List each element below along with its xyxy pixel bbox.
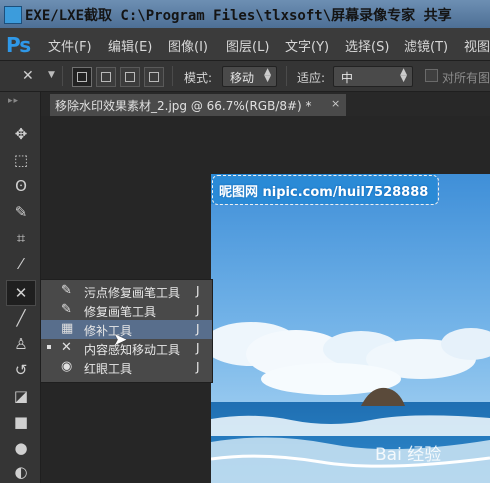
menu-view[interactable]: 视图 [464, 36, 490, 55]
document-tab-bar: 移除水印效果素材_2.jpg @ 66.7%(RGB/8#) * × [41, 92, 490, 116]
content-aware-move-tool-icon[interactable]: ✕ [6, 280, 36, 306]
adapt-label: 适应: [297, 71, 326, 85]
history-brush-tool-icon[interactable]: ↺ [10, 360, 32, 380]
document-tab-title: 移除水印效果素材_2.jpg @ 66.7%(RGB/8#) * [55, 99, 312, 113]
close-icon[interactable]: × [331, 97, 340, 110]
menu-file[interactable]: 文件(F) [48, 36, 92, 55]
mode-label: 模式: [184, 71, 213, 85]
beach-photo [211, 174, 490, 483]
red-eye-icon: ◉ [61, 359, 73, 374]
flyout-item-label: 红眼工具 [84, 362, 133, 376]
baidu-watermark: Bai 经验 [375, 445, 442, 465]
panel-grip-icon[interactable]: ▸▸ [8, 96, 19, 106]
eraser-tool-icon[interactable]: ◪ [10, 386, 32, 406]
flyout-item-shortcut: J [196, 360, 200, 374]
flyout-item-label: 修复画笔工具 [84, 305, 157, 319]
blur-tool-icon[interactable]: ● [10, 438, 32, 458]
chevron-down-icon[interactable]: ▼ [48, 70, 55, 80]
flyout-item-label: 内容感知移动工具 [84, 343, 181, 357]
gradient-tool-icon[interactable]: ■ [10, 412, 32, 432]
move-tool-icon[interactable]: ✥ [10, 124, 32, 144]
menu-edit[interactable]: 编辑(E) [108, 36, 152, 55]
adapt-value: 中 [341, 71, 354, 85]
menu-type[interactable]: 文字(Y) [285, 36, 329, 55]
lasso-tool-icon[interactable]: ʘ [10, 176, 32, 196]
document-tab[interactable]: 移除水印效果素材_2.jpg @ 66.7%(RGB/8#) * × [50, 94, 346, 116]
content-aware-move-icon[interactable]: ✕ [22, 68, 34, 84]
options-bar: ✕ ▼ 模式: 移动 ▲ ▼ 适应: 中 ▲ ▼ [0, 61, 490, 92]
app-icon [4, 6, 22, 24]
sample-all-layers-label: 对所有图 [442, 71, 490, 85]
crop-tool-icon[interactable]: ⌗ [10, 228, 32, 248]
flyout-item-shortcut: J [196, 303, 200, 317]
divider [62, 66, 63, 86]
quick-selection-tool-icon[interactable]: ✎ [10, 202, 32, 222]
menu-select[interactable]: 选择(S) [345, 36, 389, 55]
menu-image[interactable]: 图像(I) [168, 36, 208, 55]
flyout-item-healing-brush[interactable]: ✎ 修复画笔工具 J [41, 301, 212, 320]
selected-indicator [47, 345, 51, 349]
adapt-select[interactable]: 中 ▲ ▼ [333, 66, 413, 87]
select-arrows-icon: ▲ ▼ [400, 67, 407, 84]
spot-healing-brush-icon: ✎ [61, 283, 72, 298]
subtract-selection-button[interactable] [120, 67, 140, 87]
patch-icon: ▦ [61, 321, 74, 336]
brush-tool-icon[interactable]: ╱ [10, 308, 32, 328]
photoshop-logo: Ps [6, 33, 31, 57]
divider [172, 66, 173, 86]
healing-brush-icon: ✎ [61, 302, 72, 317]
flyout-item-spot-healing-brush[interactable]: ✎ 污点修复画笔工具 J [41, 282, 212, 301]
menu-layer[interactable]: 图层(L) [226, 36, 269, 55]
flyout-item-red-eye[interactable]: ◉ 红眼工具 J [41, 358, 212, 377]
select-arrows-icon: ▲ ▼ [264, 67, 271, 84]
mode-value: 移动 [230, 71, 255, 85]
add-selection-button[interactable] [96, 67, 116, 87]
content-aware-move-icon: ✕ [61, 340, 72, 355]
title-bar: EXE/LXE截取 C:\Program Files\tlxsoft\屏幕录像专… [0, 0, 490, 29]
mode-select[interactable]: 移动 ▲ ▼ [222, 66, 277, 87]
menu-filter[interactable]: 滤镜(T) [404, 36, 448, 55]
tools-panel: ▸▸ ✥ ⬚ ʘ ✎ ⌗ ⁄ ✕ ╱ ♙ ↺ ◪ ■ ● ◐ [0, 92, 41, 483]
eyedropper-tool-icon[interactable]: ⁄ [10, 254, 32, 274]
document-image[interactable] [211, 174, 490, 483]
clone-stamp-tool-icon[interactable]: ♙ [10, 334, 32, 354]
flyout-item-label: 污点修复画笔工具 [84, 286, 181, 300]
window-title: EXE/LXE截取 C:\Program Files\tlxsoft\屏幕录像专… [25, 8, 452, 24]
flyout-item-shortcut: J [196, 284, 200, 298]
menu-bar: Ps 文件(F) 编辑(E) 图像(I) 图层(L) 文字(Y) 选择(S) 滤… [0, 28, 490, 61]
marquee-tool-icon[interactable]: ⬚ [10, 150, 32, 170]
watermark-text: 昵图网 nipic.com/huil7528888 [219, 185, 429, 200]
mouse-cursor-icon: ➤ [113, 330, 128, 350]
divider [286, 66, 287, 86]
flyout-item-shortcut: J [196, 322, 200, 336]
sample-all-layers-checkbox[interactable] [425, 69, 438, 82]
intersect-selection-button[interactable] [144, 67, 164, 87]
flyout-item-shortcut: J [196, 341, 200, 355]
dodge-tool-icon[interactable]: ◐ [10, 462, 32, 482]
new-selection-button[interactable] [72, 67, 92, 87]
